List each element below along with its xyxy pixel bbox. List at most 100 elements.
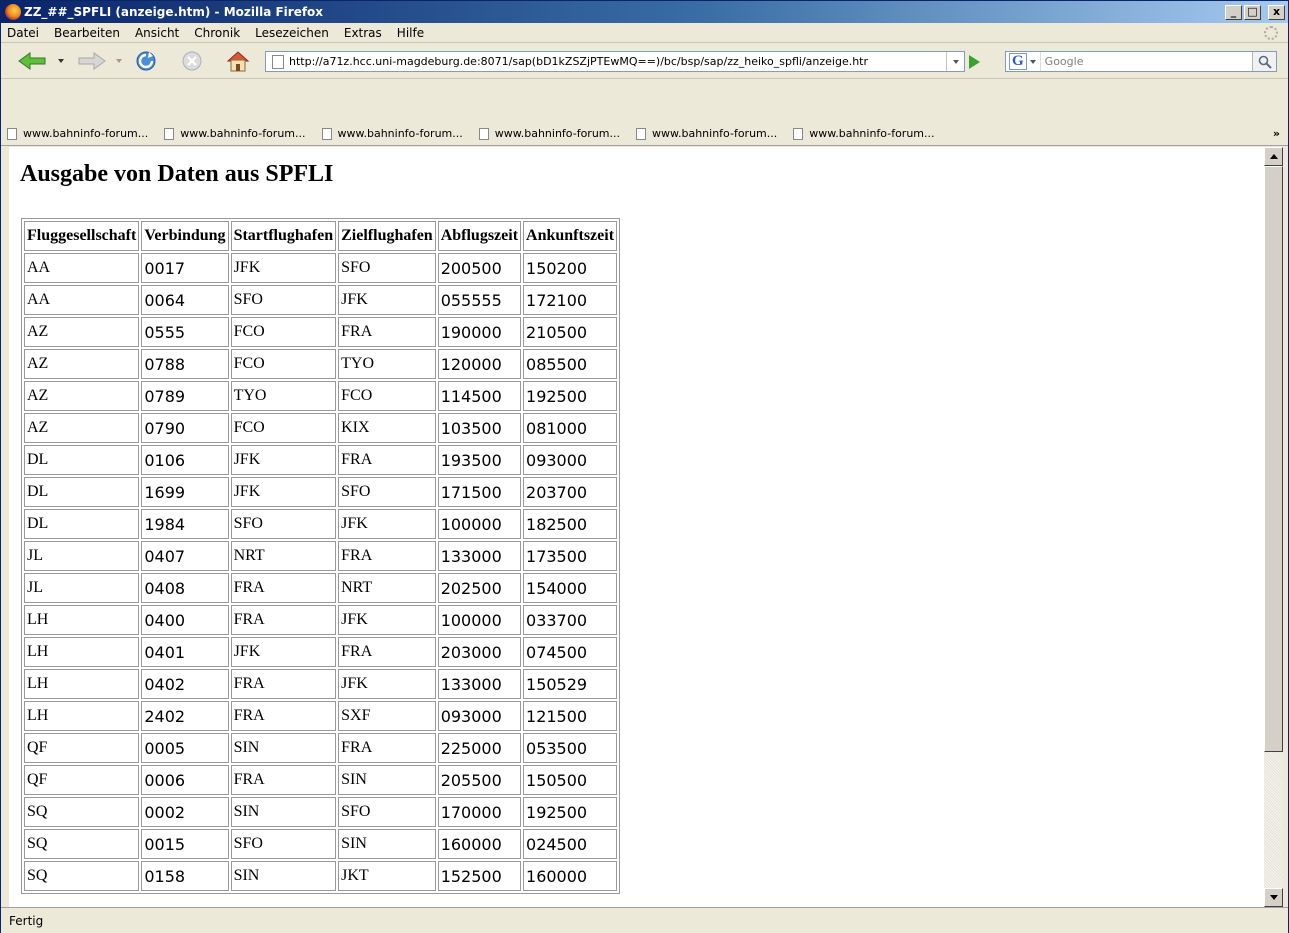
- back-history-chevron-down-icon[interactable]: [58, 59, 64, 63]
- bookmark-item[interactable]: www.bahninfo-forum...: [636, 127, 777, 140]
- table-cell: FCO: [230, 349, 337, 379]
- page-icon: [164, 127, 175, 140]
- table-cell: 0005: [141, 733, 229, 763]
- navigation-toolbar: http://a71z.hcc.uni-magdeburg.de:8071/sa…: [1, 43, 1288, 79]
- table-cell: SFO: [230, 285, 337, 315]
- bookmark-label: www.bahninfo-forum...: [180, 127, 306, 140]
- search-engine-selector[interactable]: G: [1006, 52, 1041, 71]
- menu-ansicht[interactable]: Ansicht: [129, 26, 188, 40]
- url-text[interactable]: http://a71z.hcc.uni-magdeburg.de:8071/sa…: [289, 55, 946, 68]
- bookmark-item[interactable]: www.bahninfo-forum...: [164, 127, 306, 140]
- bookmark-item[interactable]: www.bahninfo-forum...: [7, 127, 148, 140]
- google-logo-icon: G: [1009, 53, 1027, 70]
- scroll-down-button[interactable]: [1264, 888, 1283, 907]
- table-cell: AA: [24, 285, 140, 315]
- table-cell: 093000: [437, 701, 522, 731]
- menu-extras[interactable]: Extras: [338, 26, 391, 40]
- search-icon: [1258, 55, 1272, 69]
- table-cell: NRT: [338, 573, 436, 603]
- menu-hilfe[interactable]: Hilfe: [391, 26, 433, 40]
- table-cell: AA: [24, 253, 140, 283]
- table-cell: JFK: [338, 509, 436, 539]
- table-cell: 0788: [141, 349, 229, 379]
- table-cell: SIN: [230, 733, 337, 763]
- table-row: AA 0064 SFO JFK 055555 172100: [24, 285, 618, 315]
- bookmark-label: www.bahninfo-forum...: [494, 127, 620, 140]
- table-cell: SIN: [338, 829, 436, 859]
- table-header-row: Fluggesellschaft Verbindung Startflughaf…: [24, 221, 618, 251]
- table-cell: 200500: [437, 253, 522, 283]
- table-cell: 205500: [437, 765, 522, 795]
- reload-icon[interactable]: [133, 50, 159, 72]
- table-cell: SFO: [338, 477, 436, 507]
- go-icon[interactable]: [969, 55, 980, 69]
- table-cell: SIN: [230, 861, 337, 891]
- page-icon: [793, 127, 804, 140]
- minimize-button[interactable]: _: [1225, 4, 1242, 20]
- title-bar[interactable]: ZZ_##_SPFLI (anzeige.htm) - Mozilla Fire…: [1, 1, 1288, 23]
- table-cell: JFK: [338, 285, 436, 315]
- close-button[interactable]: x: [1268, 4, 1285, 20]
- bookmark-item[interactable]: www.bahninfo-forum...: [793, 127, 935, 140]
- bookmark-label: www.bahninfo-forum...: [337, 127, 463, 140]
- table-cell: JFK: [338, 669, 436, 699]
- scrollbar-thumb[interactable]: [1264, 166, 1283, 752]
- forward-arrow-icon[interactable]: [77, 50, 107, 72]
- table-cell: 170000: [437, 797, 522, 827]
- chevron-down-icon: [952, 59, 959, 64]
- table-cell: LH: [24, 701, 140, 731]
- stop-icon[interactable]: [179, 50, 205, 72]
- table-row: DL 0106 JFK FRA 193500 093000: [24, 445, 618, 475]
- table-cell: JKT: [338, 861, 436, 891]
- table-cell: 150529: [523, 669, 618, 699]
- vertical-scrollbar[interactable]: [1264, 147, 1283, 907]
- table-cell: QF: [24, 765, 140, 795]
- menu-lesezeichen[interactable]: Lesezeichen: [249, 26, 338, 40]
- table-cell: 0555: [141, 317, 229, 347]
- table-row: LH 0401 JFK FRA 203000 074500: [24, 637, 618, 667]
- table-cell: 152500: [437, 861, 522, 891]
- table-cell: 173500: [523, 541, 618, 571]
- table-row: LH 0400 FRA JFK 100000 033700: [24, 605, 618, 635]
- menu-chronik[interactable]: Chronik: [188, 26, 249, 40]
- table-cell: JL: [24, 573, 140, 603]
- maximize-button[interactable]: □: [1244, 4, 1261, 20]
- firefox-icon[interactable]: [5, 4, 21, 20]
- table-cell: 103500: [437, 413, 522, 443]
- menu-bearbeiten[interactable]: Bearbeiten: [48, 26, 129, 40]
- back-arrow-icon[interactable]: [17, 50, 47, 72]
- url-history-dropdown[interactable]: [946, 52, 964, 71]
- bookmarks-overflow-chevron-icon[interactable]: »: [1273, 127, 1280, 140]
- table-cell: FRA: [230, 573, 337, 603]
- table-cell: 0789: [141, 381, 229, 411]
- chevron-down-icon: [1029, 59, 1036, 64]
- table-cell: FCO: [230, 317, 337, 347]
- bookmark-item[interactable]: www.bahninfo-forum...: [321, 127, 463, 140]
- search-button[interactable]: [1252, 52, 1276, 71]
- status-text: Fertig: [9, 913, 44, 928]
- table-row: AZ 0789 TYO FCO 114500 192500: [24, 381, 618, 411]
- search-bar[interactable]: G Google: [1005, 51, 1277, 72]
- table-cell: 160000: [437, 829, 522, 859]
- scroll-up-button[interactable]: [1264, 147, 1283, 166]
- url-bar[interactable]: http://a71z.hcc.uni-magdeburg.de:8071/sa…: [265, 51, 965, 72]
- bookmark-item[interactable]: www.bahninfo-forum...: [478, 127, 620, 140]
- forward-history-chevron-down-icon[interactable]: [116, 59, 122, 63]
- column-header: Zielflughafen: [338, 221, 436, 251]
- table-cell: 192500: [523, 797, 618, 827]
- table-row: DL 1984 SFO JFK 100000 182500: [24, 509, 618, 539]
- table-cell: FRA: [230, 605, 337, 635]
- home-icon[interactable]: [223, 50, 253, 72]
- table-row: AZ 0555 FCO FRA 190000 210500: [24, 317, 618, 347]
- menu-datei[interactable]: Datei: [1, 26, 48, 40]
- table-cell: 0002: [141, 797, 229, 827]
- table-row: AZ 0788 FCO TYO 120000 085500: [24, 349, 618, 379]
- table-cell: 121500: [523, 701, 618, 731]
- table-cell: 203700: [523, 477, 618, 507]
- table-cell: NRT: [230, 541, 337, 571]
- search-input[interactable]: Google: [1041, 55, 1252, 68]
- table-cell: 133000: [437, 669, 522, 699]
- table-cell: 100000: [437, 605, 522, 635]
- table-cell: 154000: [523, 573, 618, 603]
- table-cell: SQ: [24, 861, 140, 891]
